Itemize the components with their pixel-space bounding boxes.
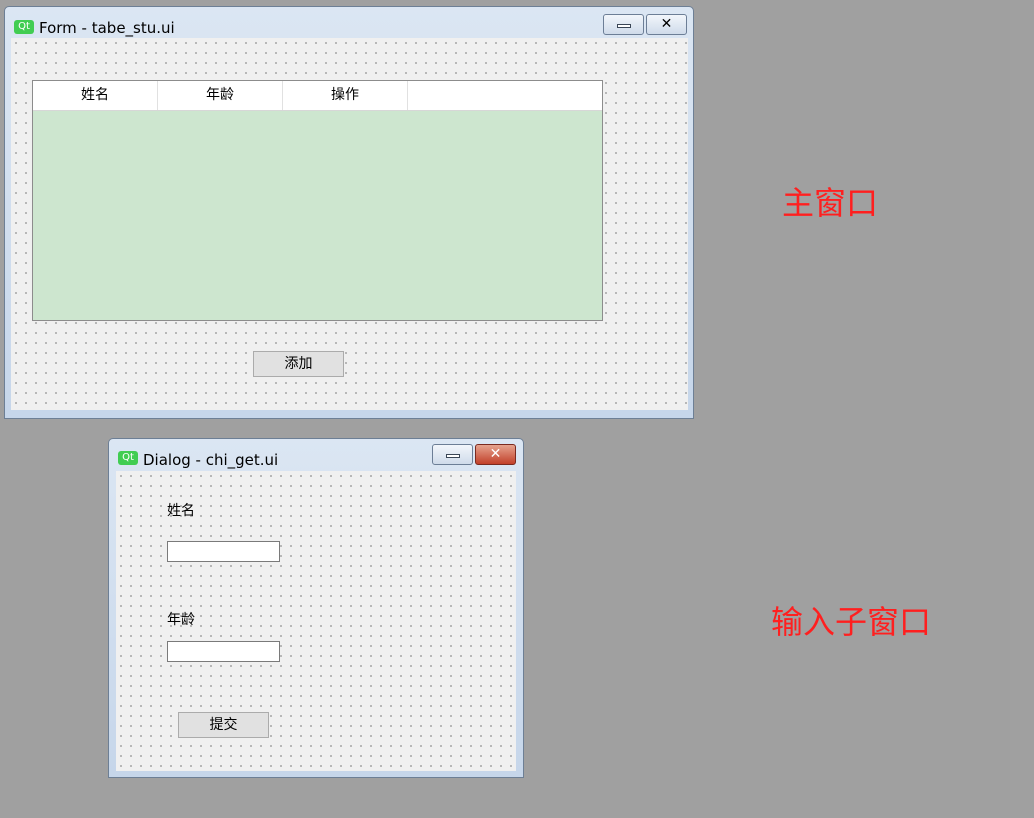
table-header: 姓名 年龄 操作 xyxy=(33,81,602,111)
main-window-annotation: 主窗口 xyxy=(782,184,879,222)
window-title: Dialog - chi_get.ui xyxy=(143,451,279,469)
minimize-icon xyxy=(445,453,460,458)
name-input[interactable] xyxy=(167,541,280,562)
qt-logo-icon: Qt xyxy=(118,451,138,465)
minimize-button[interactable] xyxy=(603,14,644,35)
column-header-age[interactable]: 年龄 xyxy=(158,81,283,110)
minimize-button[interactable] xyxy=(432,444,473,465)
input-subwindow-annotation: 输入子窗口 xyxy=(771,603,932,641)
close-icon: ✕ xyxy=(660,16,673,32)
form-window: Qt Form - tabe_stu.ui ✕ 姓名 年龄 操作 添加 xyxy=(4,6,694,419)
age-input[interactable] xyxy=(167,641,280,662)
column-header-action[interactable]: 操作 xyxy=(283,81,408,110)
qt-logo-icon: Qt xyxy=(14,20,34,34)
student-table[interactable]: 姓名 年龄 操作 xyxy=(32,80,603,321)
add-button[interactable]: 添加 xyxy=(253,351,344,377)
column-header-name[interactable]: 姓名 xyxy=(33,81,158,110)
window-title: Form - tabe_stu.ui xyxy=(39,19,175,37)
submit-button[interactable]: 提交 xyxy=(178,712,269,738)
age-label: 年龄 xyxy=(167,612,195,628)
form-titlebar[interactable]: Qt Form - tabe_stu.ui ✕ xyxy=(5,7,693,37)
close-button[interactable]: ✕ xyxy=(646,14,687,35)
dialog-client-area: 姓名 年龄 提交 xyxy=(116,471,516,771)
close-icon: ✕ xyxy=(489,446,502,462)
name-label: 姓名 xyxy=(167,503,195,519)
close-button[interactable]: ✕ xyxy=(475,444,516,465)
dialog-window: Qt Dialog - chi_get.ui ✕ 姓名 年龄 提交 xyxy=(108,438,524,778)
dialog-titlebar[interactable]: Qt Dialog - chi_get.ui ✕ xyxy=(109,439,523,469)
form-client-area: 姓名 年龄 操作 添加 xyxy=(11,38,688,410)
minimize-icon xyxy=(616,23,631,28)
